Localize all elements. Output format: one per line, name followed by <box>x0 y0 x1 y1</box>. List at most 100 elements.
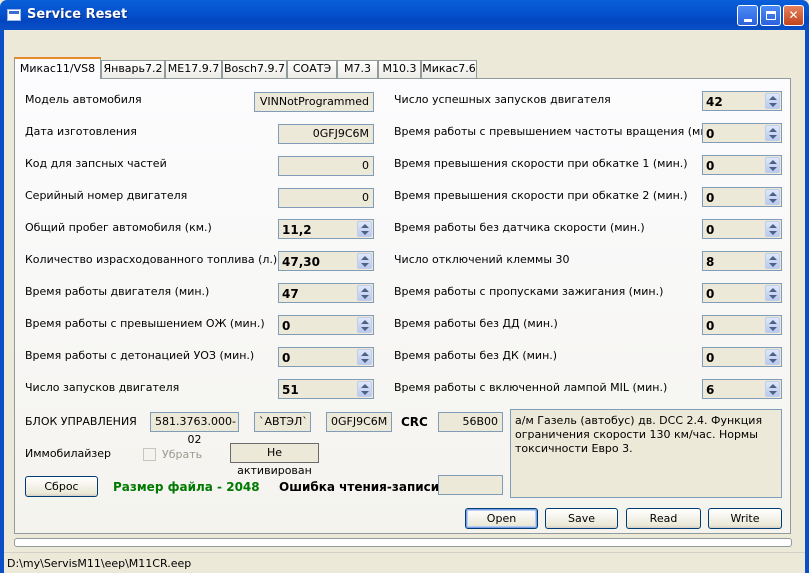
speed-breakin2-value: 0 <box>706 191 715 205</box>
fuel-label: Количество израсходованного топлива (л.) <box>25 253 278 266</box>
close-button[interactable]: ✕ <box>783 5 804 26</box>
spin-arrows-icon[interactable] <box>357 317 372 333</box>
starts-spinner[interactable]: 51 <box>278 379 374 399</box>
fuel-spinner[interactable]: 47,30 <box>278 251 374 271</box>
speed-breakin1-spinner[interactable]: 0 <box>702 155 782 175</box>
no-dd-spinner[interactable]: 0 <box>702 315 782 335</box>
coolant-label: Время работы с превышением ОЖ (мин.) <box>25 317 265 330</box>
date-label: Дата изготовления <box>25 125 137 138</box>
ecu-number-field[interactable]: 581.3763.000-02 <box>150 412 239 446</box>
maximize-button[interactable] <box>760 5 781 26</box>
parts-code-field[interactable]: 0 <box>278 156 374 176</box>
status-bar: D:\my\ServisM11\eep\M11CR.eep <box>4 552 805 573</box>
remove-immobilizer-label: Убрать <box>162 448 203 461</box>
date-field[interactable]: 0GFJ9C6M <box>278 124 374 144</box>
engine-time-spinner[interactable]: 47 <box>278 283 374 303</box>
tab-m73[interactable]: M7.3 <box>337 60 378 78</box>
immobilizer-status-field: Не активирован <box>230 443 319 477</box>
misfire-label: Время работы с пропусками зажигания (мин… <box>394 285 664 298</box>
spin-arrows-icon[interactable] <box>765 93 780 109</box>
successful-starts-value: 42 <box>706 95 723 109</box>
spin-arrows-icon[interactable] <box>765 253 780 269</box>
no-speed-sensor-value: 0 <box>706 223 715 237</box>
spin-arrows-icon[interactable] <box>357 381 372 397</box>
spin-arrows-icon[interactable] <box>765 349 780 365</box>
successful-starts-label: Число успешных запусков двигателя <box>394 93 611 106</box>
rw-error-field[interactable] <box>438 475 503 495</box>
minimize-button[interactable] <box>737 5 758 26</box>
spin-arrows-icon[interactable] <box>765 157 780 173</box>
detonation-spinner[interactable]: 0 <box>278 347 374 367</box>
spin-arrows-icon[interactable] <box>765 381 780 397</box>
starts-value: 51 <box>282 383 299 397</box>
mil-spinner[interactable]: 6 <box>702 379 782 399</box>
misfire-spinner[interactable]: 0 <box>702 283 782 303</box>
write-button[interactable]: Write <box>708 508 782 529</box>
terminal30-spinner[interactable]: 8 <box>702 251 782 271</box>
no-speed-sensor-spinner[interactable]: 0 <box>702 219 782 239</box>
tab-me1797[interactable]: ME17.9.7 <box>165 60 222 78</box>
ecu-id-field[interactable]: 0GFJ9C6M <box>326 412 392 432</box>
spin-arrows-icon[interactable] <box>357 349 372 365</box>
tab-january72[interactable]: Январь7.2 <box>101 60 165 78</box>
tab-soate[interactable]: СОАТЭ <box>287 60 337 78</box>
no-dk-label: Время работы без ДК (мин.) <box>394 349 558 362</box>
window-frame-right <box>805 30 809 573</box>
successful-starts-spinner[interactable]: 42 <box>702 91 782 111</box>
coolant-spinner[interactable]: 0 <box>278 315 374 335</box>
starts-label: Число запусков двигателя <box>25 381 180 394</box>
spin-arrows-icon[interactable] <box>765 285 780 301</box>
progress-bar <box>14 538 792 547</box>
mileage-spinner[interactable]: 11,2 <box>278 219 374 239</box>
ecu-vendor-field[interactable]: `АВТЭЛ` <box>254 412 311 432</box>
terminal30-value: 8 <box>706 255 715 269</box>
tab-m103[interactable]: M10.3 <box>378 60 421 78</box>
spin-arrows-icon[interactable] <box>357 285 372 301</box>
ecu-description-textbox[interactable]: а/м Газель (автобус) дв. DCC 2.4. Функци… <box>510 409 782 498</box>
app-icon <box>7 9 21 21</box>
title-bar[interactable]: Service Reset ✕ <box>0 0 809 30</box>
spin-arrows-icon[interactable] <box>357 221 372 237</box>
immobilizer-label: Иммобилайзер <box>25 447 112 460</box>
tab-mikas11[interactable]: Микас11/VS8 <box>14 57 101 79</box>
misfire-value: 0 <box>706 287 715 301</box>
mileage-value: 11,2 <box>282 223 312 237</box>
remove-immobilizer-checkbox[interactable] <box>143 448 156 461</box>
spin-arrows-icon[interactable] <box>357 253 372 269</box>
spin-arrows-icon[interactable] <box>765 125 780 141</box>
spin-arrows-icon[interactable] <box>765 317 780 333</box>
ecu-label: БЛОК УПРАВЛЕНИЯ <box>25 415 137 428</box>
save-button[interactable]: Save <box>545 508 618 529</box>
terminal30-label: Число отключений клеммы 30 <box>394 253 570 266</box>
detonation-value: 0 <box>282 351 291 365</box>
read-button[interactable]: Read <box>626 508 701 529</box>
engine-serial-label: Серийный номер двигателя <box>25 189 188 202</box>
reset-button[interactable]: Сброс <box>25 476 98 497</box>
engine-time-value: 47 <box>282 287 299 301</box>
rpm-over-label: Время работы с превышением частоты враще… <box>394 125 723 138</box>
engine-time-label: Время работы двигателя (мин.) <box>25 285 210 298</box>
speed-breakin2-label: Время превышения скорости при обкатке 2 … <box>394 189 688 202</box>
no-speed-sensor-label: Время работы без датчика скорости (мин.) <box>394 221 645 234</box>
coolant-value: 0 <box>282 319 291 333</box>
speed-breakin1-value: 0 <box>706 159 715 173</box>
crc-label: CRC <box>401 415 428 429</box>
file-path: D:\my\ServisM11\eep\M11CR.eep <box>7 557 192 570</box>
tab-bosch797[interactable]: Bosch7.9.7 <box>222 60 287 78</box>
spin-arrows-icon[interactable] <box>765 221 780 237</box>
speed-breakin2-spinner[interactable]: 0 <box>702 187 782 207</box>
file-size-label: Размер файла - 2048 <box>113 480 260 494</box>
fuel-value: 47,30 <box>282 255 320 269</box>
no-dk-spinner[interactable]: 0 <box>702 347 782 367</box>
crc-field[interactable]: 56B00 <box>438 412 503 432</box>
window-title: Service Reset <box>27 7 128 22</box>
rpm-over-spinner[interactable]: 0 <box>702 123 782 143</box>
parts-code-label: Код для запсных частей <box>25 157 167 170</box>
no-dk-value: 0 <box>706 351 715 365</box>
mileage-label: Общий пробег автомобиля (км.) <box>25 221 212 234</box>
tab-mikas76[interactable]: Микас7.6 <box>421 60 477 78</box>
model-field[interactable]: VINNotProgrammed <box>254 92 374 112</box>
engine-serial-field[interactable]: 0 <box>278 188 374 208</box>
spin-arrows-icon[interactable] <box>765 189 780 205</box>
open-button[interactable]: Open <box>465 508 538 529</box>
